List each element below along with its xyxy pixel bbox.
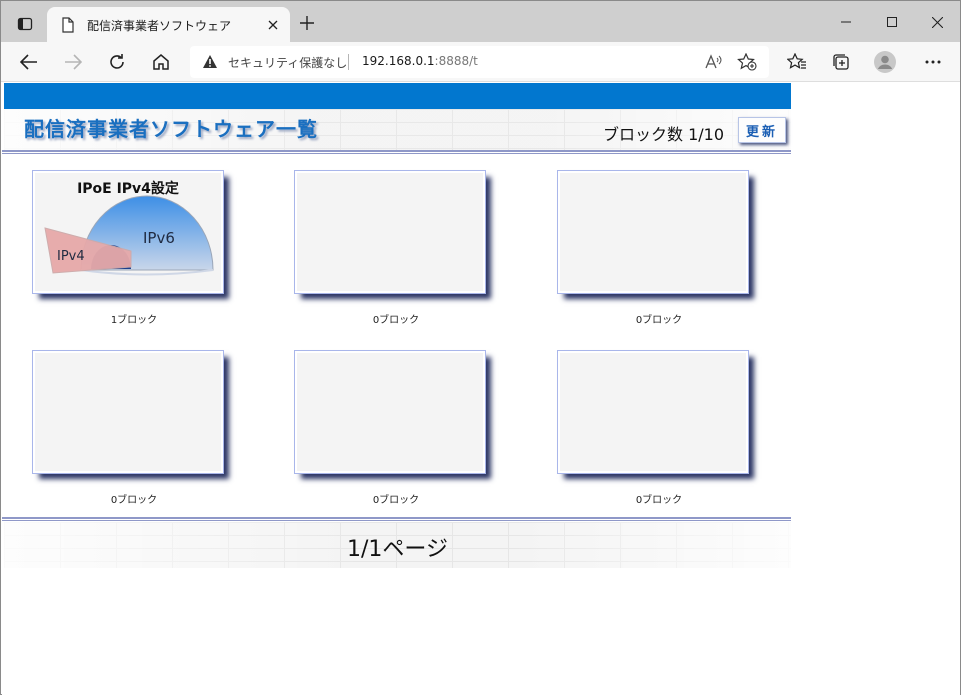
software-card-2[interactable]: [294, 170, 486, 294]
card-caption: 0ブロック: [110, 495, 158, 506]
card-caption: 1ブロック: [110, 315, 158, 326]
add-favorite-icon[interactable]: [736, 52, 758, 72]
maximize-icon: [887, 17, 897, 27]
close-icon: [931, 16, 943, 28]
software-card-3[interactable]: [557, 170, 749, 294]
card-caption: 0ブロック: [372, 315, 420, 326]
page-header: 配信済事業者ソフトウェア一覧 ブロック数 1/10 更新: [4, 109, 791, 151]
close-window-button[interactable]: [914, 7, 960, 37]
home-button[interactable]: [146, 47, 176, 77]
home-icon: [153, 54, 169, 70]
software-card-4[interactable]: [32, 350, 224, 474]
software-card-1[interactable]: IPoE IPv4設定 IPv6 IPv4: [32, 170, 224, 294]
url-host: 192.168.0.1: [362, 54, 435, 68]
collections-icon: [833, 54, 849, 70]
url-path: :8888/t: [434, 54, 478, 68]
new-tab-button[interactable]: [295, 11, 319, 35]
browser-toolbar: セキュリティ保護なし 192.168.0.1:8888/t: [1, 42, 960, 82]
back-button[interactable]: [14, 47, 44, 77]
arrow-right-icon: [65, 54, 82, 70]
settings-menu-button[interactable]: [918, 47, 948, 77]
card-caption: 0ブロック: [635, 495, 683, 506]
software-card-5[interactable]: [294, 350, 486, 474]
page-footer: 1/1ページ: [4, 522, 791, 568]
forward-button[interactable]: [58, 47, 88, 77]
tab-strip: 配信済事業者ソフトウェア: [1, 1, 960, 42]
more-icon: [925, 60, 941, 64]
collections-button[interactable]: [826, 47, 856, 77]
arrow-left-icon: [20, 54, 37, 70]
ipv6-label: IPv6: [143, 229, 175, 247]
card-caption: 0ブロック: [635, 315, 683, 326]
ipv4-label: IPv4: [57, 249, 85, 264]
favorites-icon: [787, 53, 806, 69]
plus-icon: [300, 16, 314, 30]
reload-button[interactable]: [102, 47, 132, 77]
profile-button[interactable]: [870, 47, 900, 77]
page-icon: [61, 17, 75, 37]
security-label[interactable]: セキュリティ保護なし: [228, 54, 347, 71]
maximize-button[interactable]: [869, 7, 915, 37]
tab-close-icon[interactable]: [263, 15, 283, 35]
minimize-icon: [841, 21, 851, 23]
tab-actions-button[interactable]: [9, 10, 41, 38]
top-color-bar: [4, 83, 791, 109]
url-text[interactable]: 192.168.0.1:8888/t: [362, 54, 478, 68]
tab-actions-icon: [17, 17, 33, 31]
address-bar[interactable]: セキュリティ保護なし 192.168.0.1:8888/t: [190, 46, 769, 78]
active-tab[interactable]: 配信済事業者ソフトウェア: [47, 7, 290, 42]
favorites-button[interactable]: [782, 47, 812, 77]
software-card-6[interactable]: [557, 350, 749, 474]
refresh-button[interactable]: 更新: [738, 117, 786, 143]
avatar-icon: [874, 51, 896, 73]
header-divider: [2, 150, 791, 154]
reload-icon: [110, 54, 124, 69]
warning-icon[interactable]: [202, 54, 218, 73]
page-title: 配信済事業者ソフトウェア一覧: [24, 117, 318, 141]
tab-title: 配信済事業者ソフトウェア: [87, 19, 232, 33]
page-indicator: 1/1ページ: [347, 537, 448, 562]
minimize-button[interactable]: [823, 7, 869, 37]
address-separator: [348, 54, 349, 70]
card-caption: 0ブロック: [372, 495, 420, 506]
footer-divider: [2, 517, 791, 521]
page-content: 配信済事業者ソフトウェア一覧 ブロック数 1/10 更新 IPoE IPv4設定…: [2, 83, 960, 695]
browser-window: 配信済事業者ソフトウェア セキュリティ保護なし 192.168.0.1:8888…: [0, 0, 961, 695]
ipv4-ipv6-illustration: IPv6 IPv4: [44, 195, 214, 276]
block-count: ブロック数 1/10: [603, 125, 725, 144]
read-aloud-icon[interactable]: [702, 52, 724, 72]
